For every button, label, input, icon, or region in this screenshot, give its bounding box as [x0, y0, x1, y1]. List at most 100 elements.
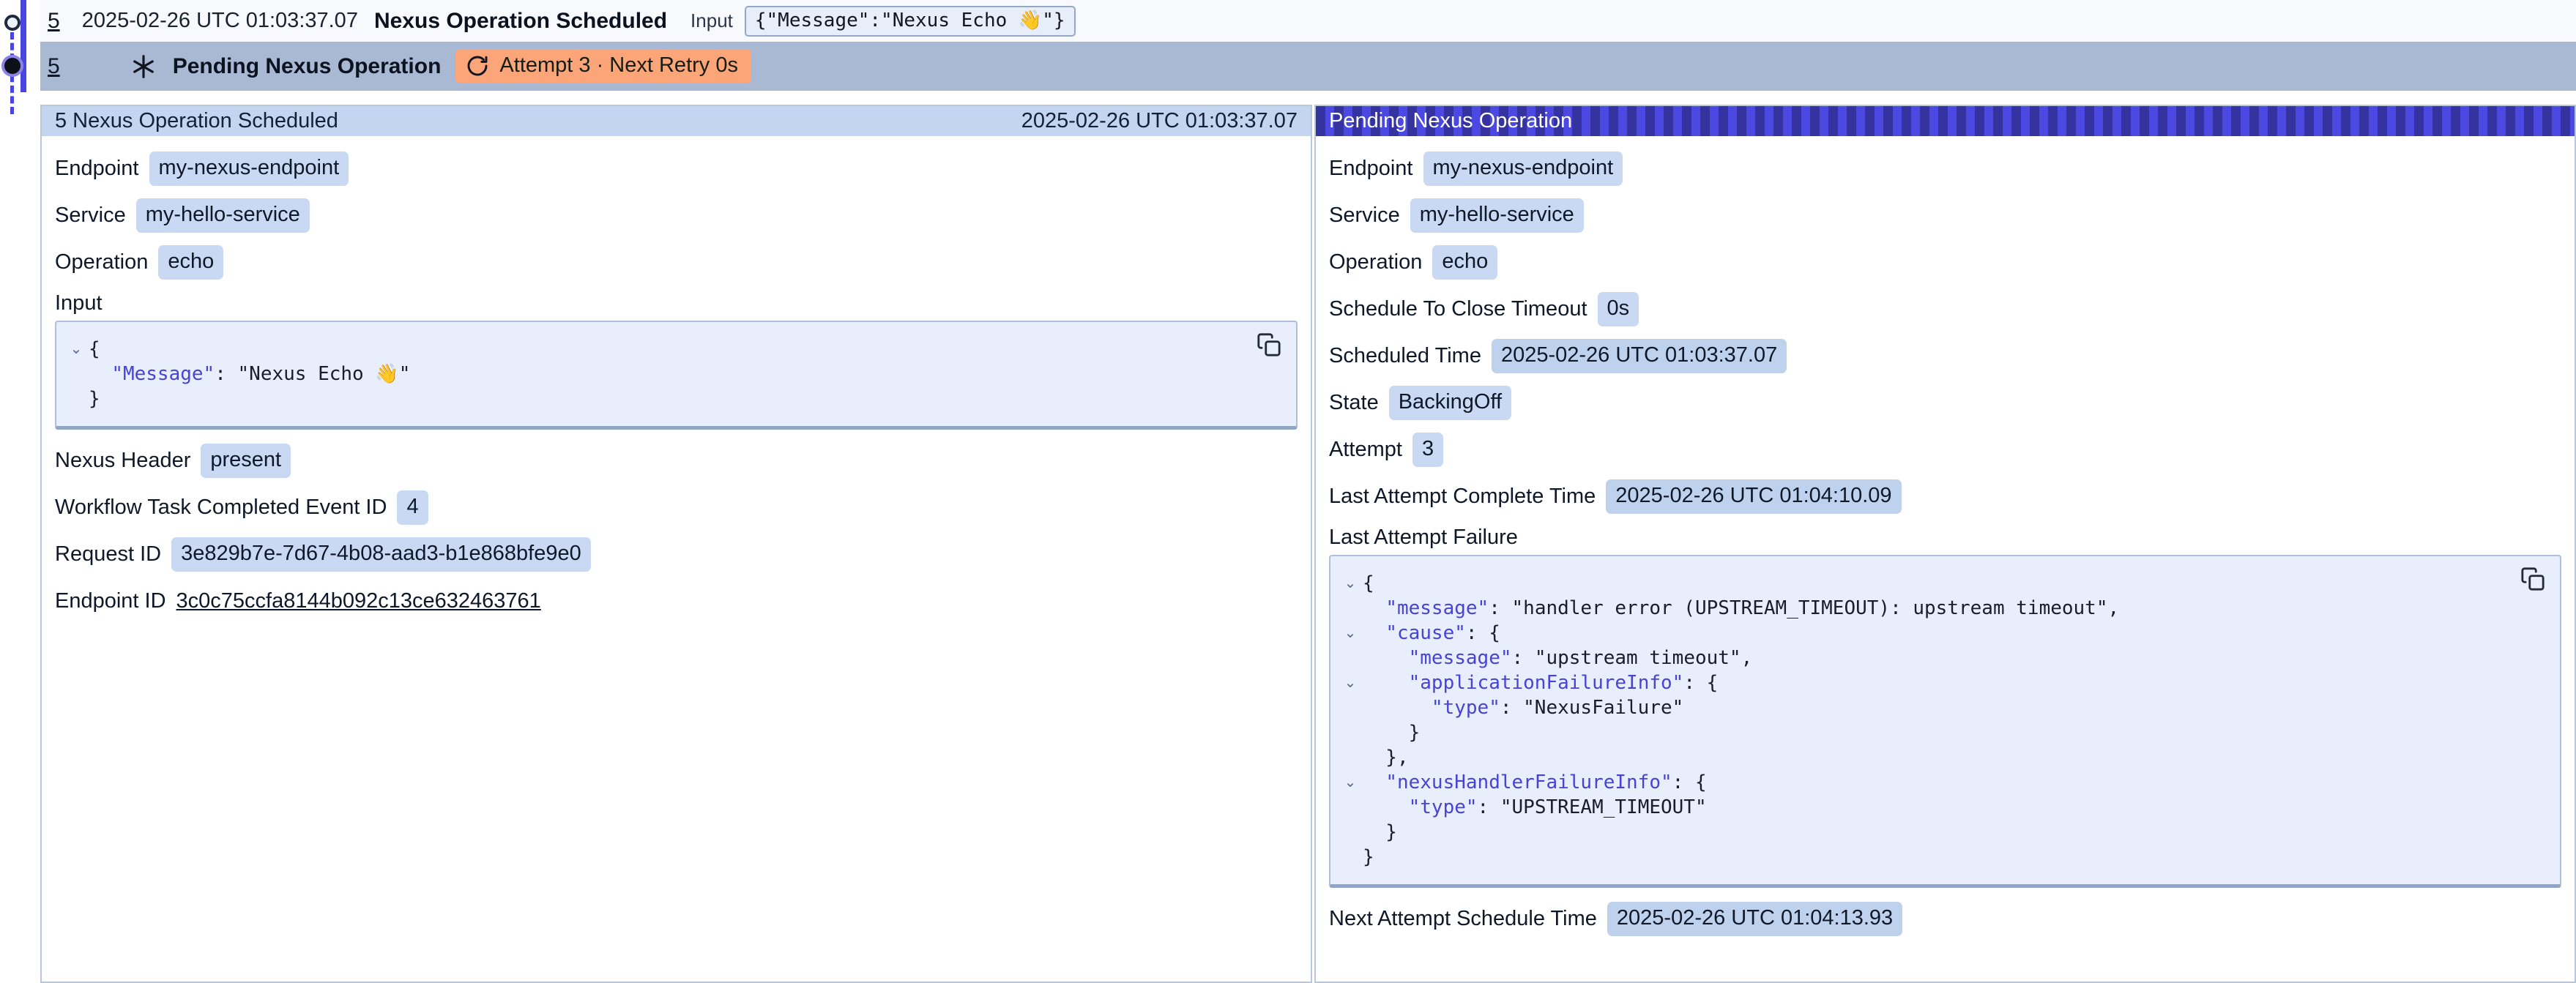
copy-icon[interactable]	[1257, 332, 1281, 357]
field-value-link[interactable]: 3c0c75ccfa8144b092c13ce632463761	[176, 589, 541, 613]
event-title: Nexus Operation Scheduled	[374, 9, 667, 34]
json-code-text: "Message": "Nexus Echo 👋"	[89, 362, 410, 386]
json-code-block: ⌄{ "Message": "Nexus Echo 👋"}	[55, 321, 1298, 430]
json-text: }	[1363, 821, 1397, 843]
field-value-badge: present	[201, 444, 291, 478]
json-code-text: }	[1363, 720, 1420, 745]
field-label: Service	[1329, 203, 1400, 228]
collapse-chevron-icon[interactable]: ⌄	[1338, 571, 1363, 596]
json-key: "cause"	[1385, 622, 1466, 644]
json-code-text: "applicationFailureInfo": {	[1363, 670, 1718, 695]
json-code-text: "nexusHandlerFailureInfo": {	[1363, 770, 1707, 795]
event-detail-panel: 5 Nexus Operation Scheduled 2025-02-26 U…	[40, 105, 1312, 983]
json-code-text: "cause": {	[1363, 621, 1500, 646]
field-value-badge: 3	[1412, 433, 1443, 467]
field-label: Endpoint ID	[55, 589, 166, 613]
field-row: Endpointmy-nexus-endpoint	[1329, 145, 2561, 192]
field-value-badge: 2025-02-26 UTC 01:04:13.93	[1607, 902, 1902, 936]
field-label: Scheduled Time	[1329, 344, 1481, 368]
field-row: Endpointmy-nexus-endpoint	[55, 145, 1298, 192]
event-detail-header: 5 Nexus Operation Scheduled 2025-02-26 U…	[42, 106, 1311, 136]
field-label: Attempt	[1329, 438, 1402, 462]
json-code-line: "message": "handler error (UPSTREAM_TIME…	[1338, 596, 2539, 621]
event-detail-body: Endpointmy-nexus-endpointServicemy-hello…	[42, 136, 1311, 624]
field-value-badge: 0s	[1598, 292, 1639, 326]
json-code-line: },	[1338, 745, 2539, 770]
code-line-gutter	[1338, 695, 1363, 720]
field-label: Operation	[55, 250, 148, 274]
field-value-badge: echo	[158, 245, 223, 280]
code-field-label-row: Last Attempt Failure	[1329, 520, 2561, 555]
event-id-link[interactable]: 5	[48, 9, 60, 34]
field-row: Request ID3e829b7e-7d67-4b08-aad3-b1e868…	[55, 531, 1298, 578]
collapse-chevron-icon[interactable]: ⌄	[1338, 621, 1363, 646]
field-label: Schedule To Close Timeout	[1329, 297, 1587, 321]
json-key: "Message"	[111, 363, 215, 385]
pending-operation-header: Pending Nexus Operation	[1316, 106, 2575, 136]
collapse-chevron-icon[interactable]: ⌄	[64, 337, 89, 362]
json-key: "type"	[1432, 697, 1500, 719]
json-text: : "Nexus Echo 👋"	[215, 363, 410, 385]
json-text: {	[89, 338, 100, 360]
field-label: Workflow Task Completed Event ID	[55, 496, 387, 520]
retry-status-badge: Attempt 3 · Next Retry 0s	[455, 49, 751, 83]
json-text	[1363, 647, 1409, 669]
json-key: "nexusHandlerFailureInfo"	[1385, 771, 1672, 793]
field-label: State	[1329, 391, 1379, 415]
field-row: Nexus Headerpresent	[55, 437, 1298, 484]
field-value-badge: echo	[1432, 245, 1497, 280]
json-text	[1363, 622, 1385, 644]
json-text: }	[1363, 846, 1374, 868]
timeline-node-open-icon[interactable]	[4, 15, 21, 31]
field-row: Operationecho	[1329, 239, 2561, 285]
field-value-badge: my-nexus-endpoint	[1423, 152, 1623, 186]
field-row: State BackingOff	[1329, 379, 2561, 426]
field-value-badge: BackingOff	[1389, 386, 1511, 420]
json-text	[1363, 597, 1385, 619]
field-row: Schedule To Close Timeout 0s	[1329, 285, 2561, 332]
json-code-line: ⌄ "cause": {	[1338, 621, 2539, 646]
json-code-text: "type": "NexusFailure"	[1363, 695, 1683, 720]
code-line-gutter	[64, 362, 89, 386]
json-text: : "UPSTREAM_TIMEOUT"	[1478, 796, 1707, 818]
event-input-preview-badge[interactable]: {"Message":"Nexus Echo 👋"}	[745, 6, 1076, 37]
field-row: Next Attempt Schedule Time2025-02-26 UTC…	[1329, 895, 2561, 942]
code-line-gutter	[64, 386, 89, 411]
retry-icon	[466, 54, 489, 78]
field-row: Workflow Task Completed Event ID4	[55, 484, 1298, 531]
retry-badge-label: Attempt 3 · Next Retry 0s	[499, 53, 738, 78]
pending-id-link[interactable]: 5	[48, 54, 60, 79]
json-code-line: }	[1338, 845, 2539, 870]
code-line-gutter	[1338, 646, 1363, 670]
field-label: Endpoint	[55, 157, 139, 181]
json-code-line: ⌄{	[64, 337, 1276, 362]
json-text: : "NexusFailure"	[1500, 697, 1683, 719]
timeline-gutter	[0, 0, 40, 132]
json-code-text: "type": "UPSTREAM_TIMEOUT"	[1363, 795, 1707, 820]
json-text: }	[1363, 722, 1420, 744]
field-value-badge: my-hello-service	[1410, 198, 1584, 233]
code-line-gutter	[1338, 845, 1363, 870]
json-code-text: }	[1363, 845, 1374, 870]
pending-operation-body: Endpointmy-nexus-endpoint Service my-hello…	[1316, 136, 2575, 942]
timeline-node-selected-icon[interactable]	[4, 58, 21, 74]
field-value-badge: 3e829b7e-7d67-4b08-aad3-b1e868bfe9e0	[171, 537, 591, 572]
field-label: Last Attempt Complete Time	[1329, 485, 1596, 509]
json-text: : "upstream timeout",	[1512, 647, 1753, 669]
event-row-scheduled[interactable]: 5 2025-02-26 UTC 01:03:37.07 Nexus Opera…	[40, 0, 2576, 42]
pending-operation-row[interactable]: 5 Pending Nexus Operation Attempt 3 · Ne…	[40, 42, 2576, 91]
field-row: Endpoint ID 3c0c75ccfa8144b092c13ce632463…	[55, 578, 1298, 624]
json-key: "type"	[1409, 796, 1478, 818]
collapse-chevron-icon[interactable]: ⌄	[1338, 770, 1363, 795]
copy-icon[interactable]	[2520, 567, 2545, 591]
json-text	[89, 363, 111, 385]
json-text: },	[1363, 747, 1409, 769]
collapse-chevron-icon[interactable]: ⌄	[1338, 670, 1363, 695]
field-label: Service	[55, 203, 126, 228]
event-detail-header-title: 5 Nexus Operation Scheduled	[55, 109, 338, 133]
pending-title: Pending Nexus Operation	[173, 54, 442, 79]
field-row: Servicemy-hello-service	[55, 192, 1298, 239]
json-code-text: },	[1363, 745, 1409, 770]
code-field-label: Input	[55, 291, 103, 315]
json-text: : "handler error (UPSTREAM_TIMEOUT): ups…	[1489, 597, 2119, 619]
